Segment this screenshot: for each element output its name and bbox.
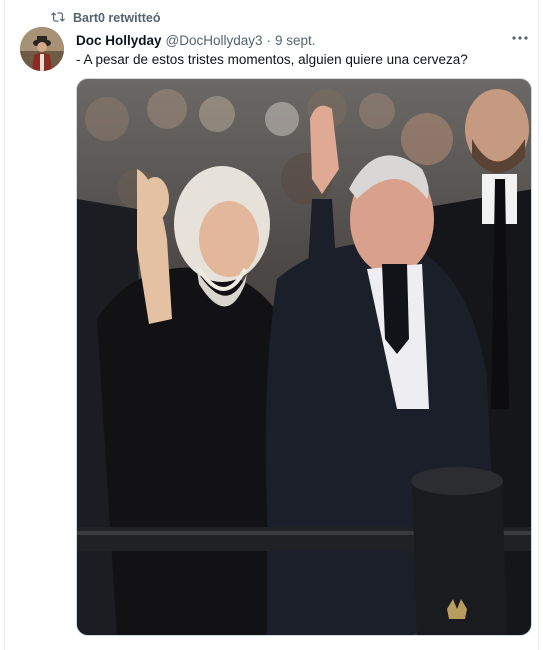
tweet-header: Doc Hollyday @DocHollyday3 · 9 sept. [76, 31, 516, 49]
tweet-card[interactable]: Bart0 retwitteó Doc Hollyday @DocHollyda… [4, 0, 539, 650]
separator: · [266, 32, 272, 48]
retweet-icon [51, 10, 65, 27]
tweet-text: - A pesar de estos tristes momentos, alg… [76, 52, 468, 67]
tweet-date[interactable]: 9 sept. [275, 33, 316, 48]
tweet-photo[interactable] [76, 78, 532, 636]
retweet-label: Bart0 retwitteó [73, 11, 161, 25]
author-name[interactable]: Doc Hollyday [76, 33, 162, 48]
avatar[interactable] [20, 27, 64, 71]
retweet-context[interactable]: Bart0 retwitteó [51, 9, 161, 27]
more-icon[interactable] [510, 30, 530, 46]
author-handle[interactable]: @DocHollyday3 [166, 33, 263, 48]
